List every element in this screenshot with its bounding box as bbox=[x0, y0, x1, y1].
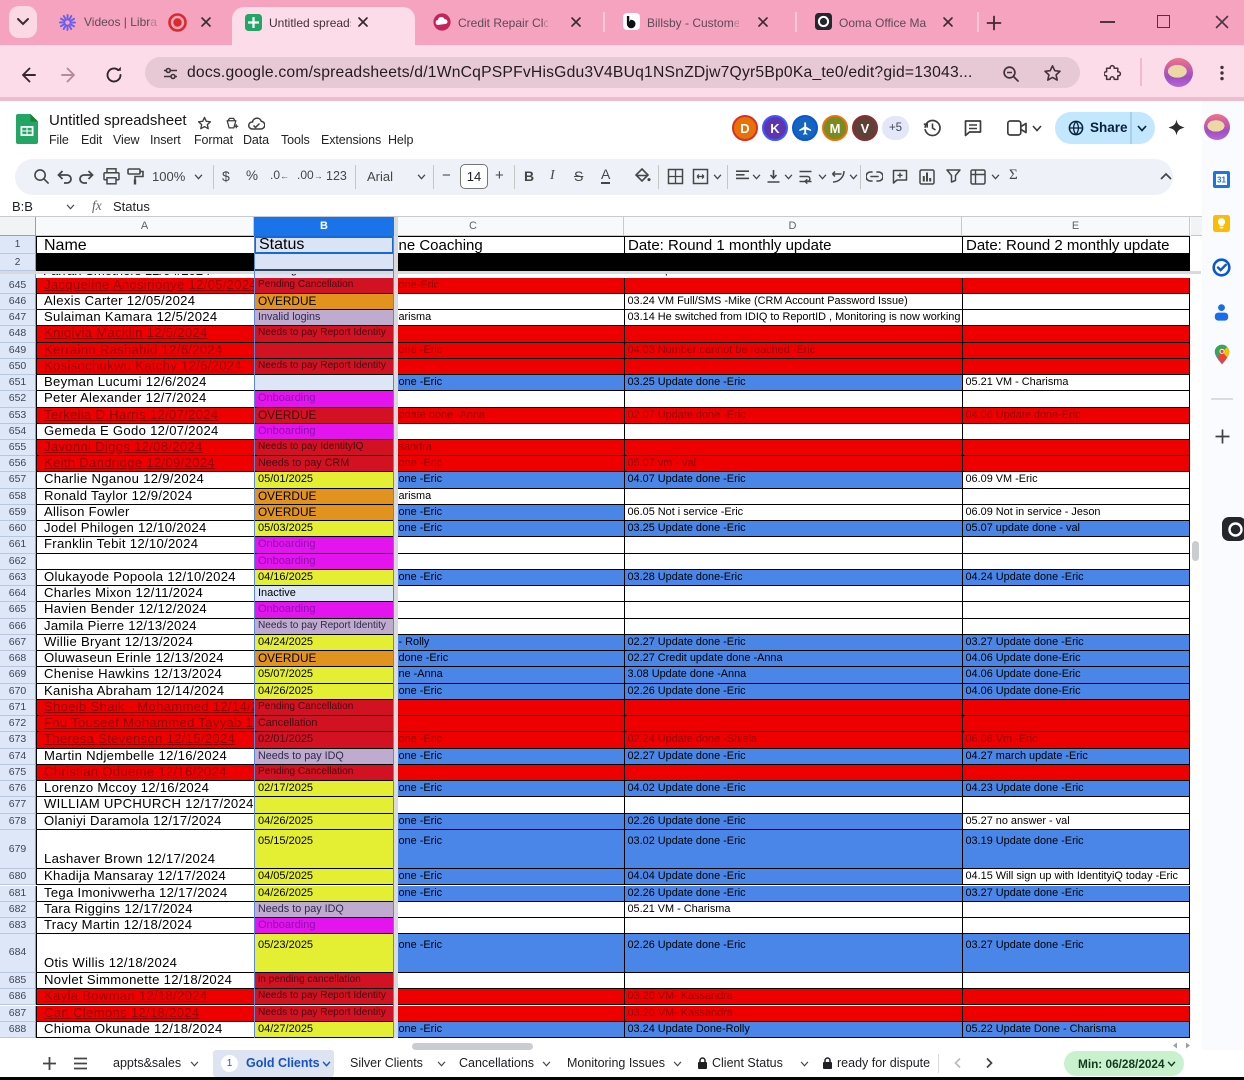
svg-text:31: 31 bbox=[1217, 176, 1226, 185]
